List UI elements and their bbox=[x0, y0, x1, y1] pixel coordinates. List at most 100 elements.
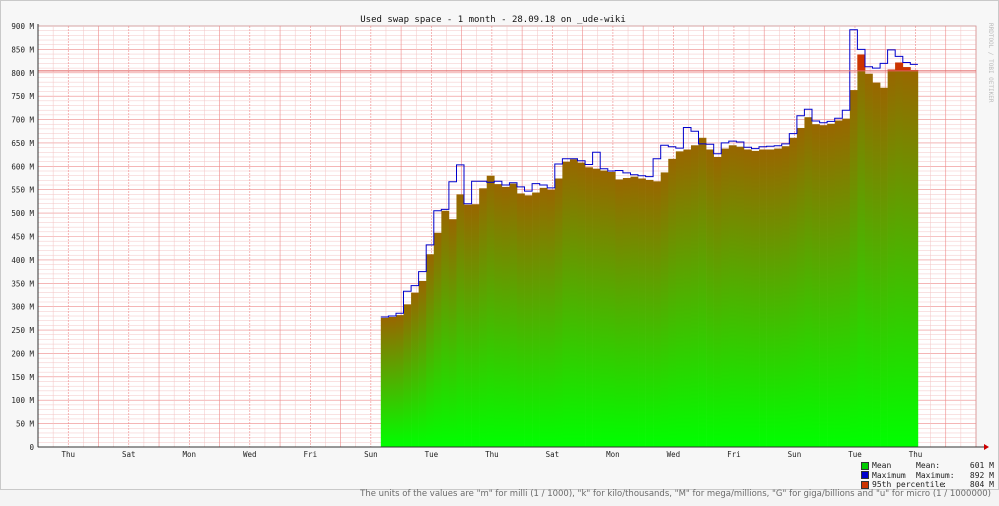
mean-bar bbox=[464, 204, 472, 447]
legend-label: Maximum: bbox=[916, 470, 955, 480]
mean-bar bbox=[630, 176, 639, 447]
mean-bar bbox=[592, 168, 601, 447]
mean-bar bbox=[448, 219, 457, 447]
mean-bar bbox=[411, 292, 419, 447]
mean-bar bbox=[653, 181, 662, 447]
y-tick-label: 750 M bbox=[11, 92, 34, 101]
mean-bar bbox=[668, 158, 677, 448]
mean-bar bbox=[524, 195, 533, 447]
y-tick-label: 700 M bbox=[11, 116, 34, 125]
legend-swatch-p95 bbox=[861, 480, 869, 489]
legend-swatch-maximum bbox=[861, 471, 869, 480]
legend: Mean Mean: 601 M Maximum Maximum: 892 M 95th… bbox=[861, 461, 994, 490]
y-tick-label: 200 M bbox=[11, 349, 34, 358]
mean-bar bbox=[615, 179, 624, 448]
p95-bar bbox=[902, 67, 911, 71]
mean-bar bbox=[600, 170, 609, 447]
x-tick-label: Sat bbox=[122, 450, 136, 459]
legend-value: 892 M bbox=[969, 470, 994, 480]
mean-bar bbox=[388, 316, 397, 447]
mean-bar bbox=[577, 162, 586, 447]
mean-bar bbox=[713, 156, 722, 447]
y-tick-label: 850 M bbox=[11, 45, 34, 54]
chart-title: Used swap space - 1 month - 28.09.18 on … bbox=[360, 15, 626, 25]
mean-bar bbox=[827, 123, 835, 447]
mean-bar bbox=[433, 232, 442, 447]
mean-bar bbox=[902, 67, 911, 448]
mean-bar bbox=[706, 149, 714, 447]
y-tick-label: 0 bbox=[29, 443, 34, 452]
y-tick-label: 600 M bbox=[11, 162, 34, 171]
y-tick-label: 500 M bbox=[11, 209, 34, 218]
mean-bar bbox=[789, 137, 798, 447]
y-tick-label: 900 M bbox=[11, 22, 34, 31]
y-tick-label: 50 M bbox=[16, 420, 35, 429]
mean-bar bbox=[864, 73, 873, 448]
mean-bar bbox=[895, 62, 904, 448]
y-tick-label: 550 M bbox=[11, 186, 34, 195]
mean-bar bbox=[698, 137, 707, 447]
mean-bar bbox=[683, 149, 692, 447]
mean-bar bbox=[880, 87, 888, 447]
mean-bar bbox=[728, 145, 737, 448]
x-tick-label: Mon bbox=[606, 450, 620, 459]
mean-bar bbox=[380, 317, 389, 447]
y-tick-label: 250 M bbox=[11, 326, 34, 335]
x-tick-label: Tue bbox=[425, 450, 439, 459]
x-tick-label: Thu bbox=[485, 450, 499, 459]
mean-bar bbox=[554, 178, 563, 448]
mean-bar bbox=[796, 127, 805, 447]
mean-bar bbox=[804, 117, 813, 447]
mean-bar bbox=[539, 187, 548, 447]
chart-svg: Used swap space - 1 month - 28.09.18 on … bbox=[11, 15, 994, 459]
mean-bar bbox=[486, 175, 495, 447]
y-tick-label: 100 M bbox=[11, 396, 34, 405]
mean-bar bbox=[403, 304, 412, 447]
mean-bar bbox=[766, 149, 775, 447]
mean-bar bbox=[418, 280, 427, 447]
mean-bar bbox=[509, 183, 518, 447]
mean-bar bbox=[622, 178, 631, 447]
p95-bar bbox=[895, 62, 904, 71]
y-tick-label: 150 M bbox=[11, 373, 34, 382]
mean-bar bbox=[456, 194, 465, 447]
units-footnote: The units of the values are "m" for mill… bbox=[360, 489, 991, 499]
x-tick-label: Wed bbox=[667, 450, 681, 459]
mean-bar bbox=[607, 171, 616, 448]
mean-bar bbox=[501, 186, 510, 447]
mean-bar bbox=[638, 178, 646, 448]
legend-swatch-mean bbox=[861, 461, 869, 470]
mean-bar bbox=[585, 167, 593, 447]
x-tick-label: Wed bbox=[243, 450, 257, 459]
mean-bar bbox=[675, 151, 684, 447]
y-tick-label: 400 M bbox=[11, 256, 34, 265]
mean-bar bbox=[494, 184, 503, 447]
mean-bar bbox=[721, 148, 730, 447]
mean-bar bbox=[751, 150, 760, 447]
mean-bar bbox=[743, 149, 752, 447]
legend-row-maximum: Maximum Maximum: 892 M bbox=[861, 471, 994, 481]
mean-bar bbox=[812, 124, 820, 447]
mean-bar bbox=[441, 210, 450, 447]
legend-value: 601 M bbox=[969, 461, 994, 470]
x-tick-label: Tue bbox=[848, 450, 862, 459]
mean-bar bbox=[781, 146, 790, 448]
y-tick-label: 800 M bbox=[11, 69, 34, 78]
y-tick-label: 300 M bbox=[11, 303, 34, 312]
mean-bar bbox=[562, 161, 571, 447]
x-tick-label: Sat bbox=[546, 450, 560, 459]
mean-bar bbox=[479, 188, 488, 447]
y-tick-label: 650 M bbox=[11, 139, 34, 148]
mean-bar bbox=[532, 192, 540, 447]
mean-bar bbox=[774, 148, 783, 447]
mean-bar bbox=[759, 149, 767, 447]
mean-bar bbox=[569, 159, 578, 448]
mean-bar bbox=[849, 90, 858, 447]
legend-row-mean: Mean Mean: 601 M bbox=[861, 461, 994, 471]
y-tick-label: 450 M bbox=[11, 233, 34, 242]
x-tick-label: Sun bbox=[788, 450, 802, 459]
x-tick-label: Thu bbox=[61, 450, 75, 459]
x-tick-label: Fri bbox=[304, 450, 318, 459]
x-tick-label: Fri bbox=[727, 450, 741, 459]
mean-bar bbox=[819, 125, 828, 448]
